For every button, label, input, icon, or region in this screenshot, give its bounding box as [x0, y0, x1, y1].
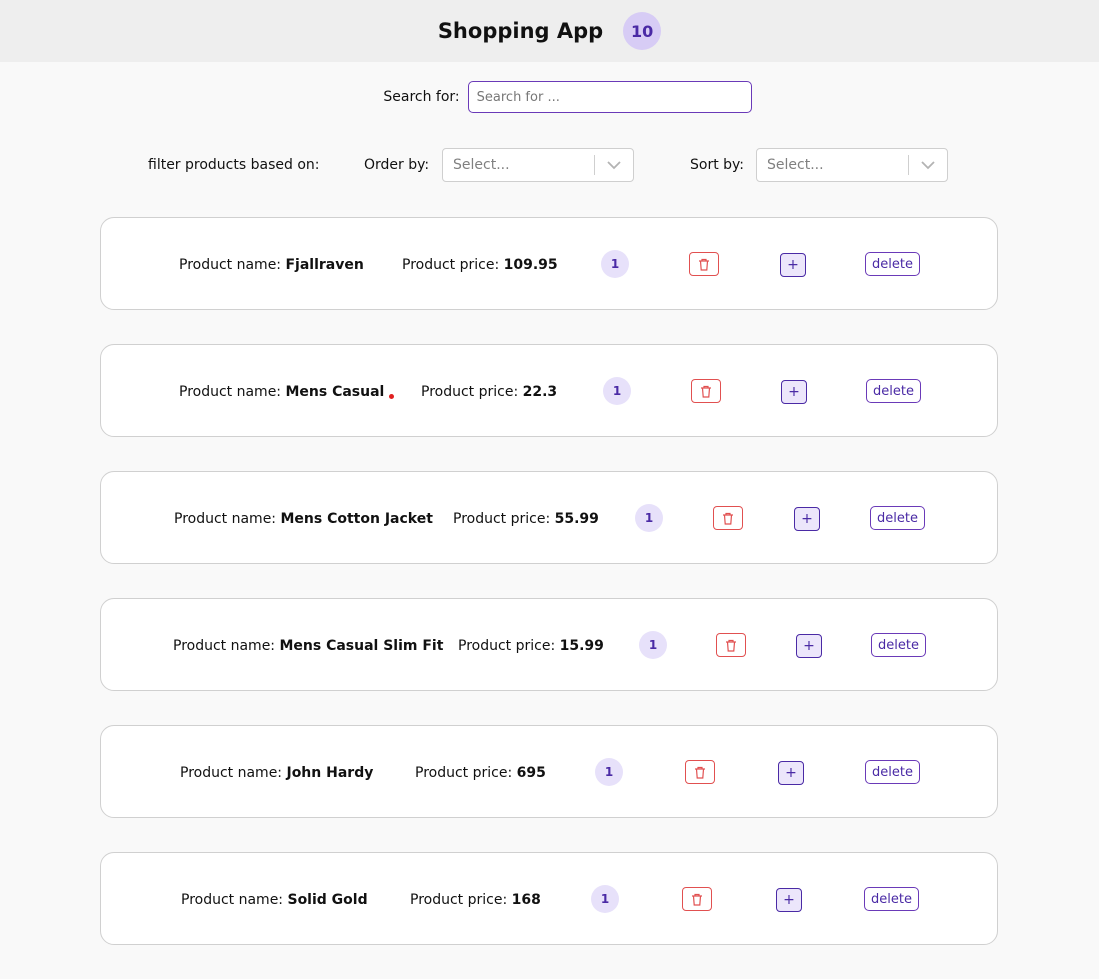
order-by-value: Select...	[453, 157, 510, 173]
product-card: Product name: Mens Cotton Jacket Product…	[100, 471, 998, 564]
product-name-value: Fjallraven	[285, 257, 364, 273]
trash-icon	[692, 893, 702, 906]
product-price: Product price: 55.99	[453, 511, 599, 527]
trash-icon	[701, 385, 711, 398]
remove-button[interactable]	[713, 506, 743, 530]
sort-by-select[interactable]: Select...	[756, 148, 948, 182]
product-price-value: 55.99	[554, 511, 599, 527]
product-name: Product name: Mens Casual Slim Fit	[173, 638, 443, 654]
product-price-prefix: Product price:	[453, 511, 551, 527]
cursor-dot	[389, 394, 394, 399]
product-name-value: Mens Casual Slim Fit	[279, 638, 444, 654]
product-name: Product name: Mens Casual	[179, 384, 384, 400]
product-price-prefix: Product price:	[415, 765, 513, 781]
quantity-badge: 1	[591, 885, 619, 913]
remove-button[interactable]	[691, 379, 721, 403]
delete-button[interactable]: delete	[865, 252, 920, 276]
product-price-value: 22.3	[522, 384, 558, 400]
sort-by-value: Select...	[767, 157, 824, 173]
product-price: Product price: 22.3	[421, 384, 557, 400]
product-price-value: 695	[516, 765, 546, 781]
delete-button[interactable]: delete	[864, 887, 919, 911]
add-button[interactable]: +	[796, 634, 822, 658]
product-price-prefix: Product price:	[410, 892, 508, 908]
product-card: Product name: Mens Casual Product price:…	[100, 344, 998, 437]
remove-button[interactable]	[716, 633, 746, 657]
add-button[interactable]: +	[794, 507, 820, 531]
add-button[interactable]: +	[781, 380, 807, 404]
quantity-badge: 1	[639, 631, 667, 659]
app-header: Shopping App 10	[0, 0, 1099, 62]
product-name-prefix: Product name:	[179, 257, 282, 273]
product-price-value: 109.95	[503, 257, 558, 273]
product-card: Product name: Mens Casual Slim Fit Produ…	[100, 598, 998, 691]
filter-label: filter products based on:	[148, 157, 320, 173]
product-name-prefix: Product name:	[174, 511, 277, 527]
product-name-prefix: Product name:	[180, 765, 283, 781]
product-price-value: 168	[511, 892, 541, 908]
remove-button[interactable]	[689, 252, 719, 276]
product-card: Product name: John Hardy Product price: …	[100, 725, 998, 818]
product-name-prefix: Product name:	[173, 638, 276, 654]
product-name-prefix: Product name:	[179, 384, 282, 400]
chevron-down-icon[interactable]	[909, 160, 947, 170]
product-price-prefix: Product price:	[402, 257, 500, 273]
remove-button[interactable]	[685, 760, 715, 784]
product-name-prefix: Product name:	[181, 892, 284, 908]
product-name-value: John Hardy	[286, 765, 374, 781]
delete-button[interactable]: delete	[870, 506, 925, 530]
product-name: Product name: Solid Gold	[181, 892, 368, 908]
product-list: Product name: Fjallraven Product price: …	[100, 217, 998, 979]
delete-button[interactable]: delete	[865, 760, 920, 784]
product-name-value: Mens Cotton Jacket	[280, 511, 433, 527]
trash-icon	[699, 258, 709, 271]
product-price: Product price: 109.95	[402, 257, 558, 273]
search-row: Search for:	[0, 79, 1099, 115]
product-price-value: 15.99	[559, 638, 604, 654]
product-price: Product price: 168	[410, 892, 541, 908]
product-name-value: Mens Casual	[285, 384, 385, 400]
product-price: Product price: 15.99	[458, 638, 604, 654]
order-by-label: Order by:	[364, 157, 430, 173]
product-name-value: Solid Gold	[287, 892, 368, 908]
product-price: Product price: 695	[415, 765, 546, 781]
add-button[interactable]: +	[780, 253, 806, 277]
trash-icon	[723, 512, 733, 525]
filter-row: filter products based on: Order by: Sele…	[0, 148, 1099, 184]
product-price-prefix: Product price:	[458, 638, 556, 654]
product-card: Product name: Solid Gold Product price: …	[100, 852, 998, 945]
search-label: Search for:	[383, 89, 460, 105]
quantity-badge: 1	[601, 250, 629, 278]
chevron-down-icon[interactable]	[595, 160, 633, 170]
delete-button[interactable]: delete	[866, 379, 921, 403]
product-card: Product name: Fjallraven Product price: …	[100, 217, 998, 310]
product-name: Product name: Fjallraven	[179, 257, 364, 273]
trash-icon	[726, 639, 736, 652]
trash-icon	[695, 766, 705, 779]
product-price-prefix: Product price:	[421, 384, 519, 400]
product-name: Product name: Mens Cotton Jacket	[174, 511, 433, 527]
quantity-badge: 1	[635, 504, 663, 532]
sort-by-label: Sort by:	[690, 157, 745, 173]
remove-button[interactable]	[682, 887, 712, 911]
search-input[interactable]	[467, 81, 752, 113]
add-button[interactable]: +	[778, 761, 804, 785]
quantity-badge: 1	[603, 377, 631, 405]
quantity-badge: 1	[595, 758, 623, 786]
order-by-select[interactable]: Select...	[442, 148, 634, 182]
cart-count-badge: 10	[623, 12, 662, 50]
product-name: Product name: John Hardy	[180, 765, 373, 781]
app-title: Shopping App	[437, 19, 604, 43]
delete-button[interactable]: delete	[871, 633, 926, 657]
add-button[interactable]: +	[776, 888, 802, 912]
